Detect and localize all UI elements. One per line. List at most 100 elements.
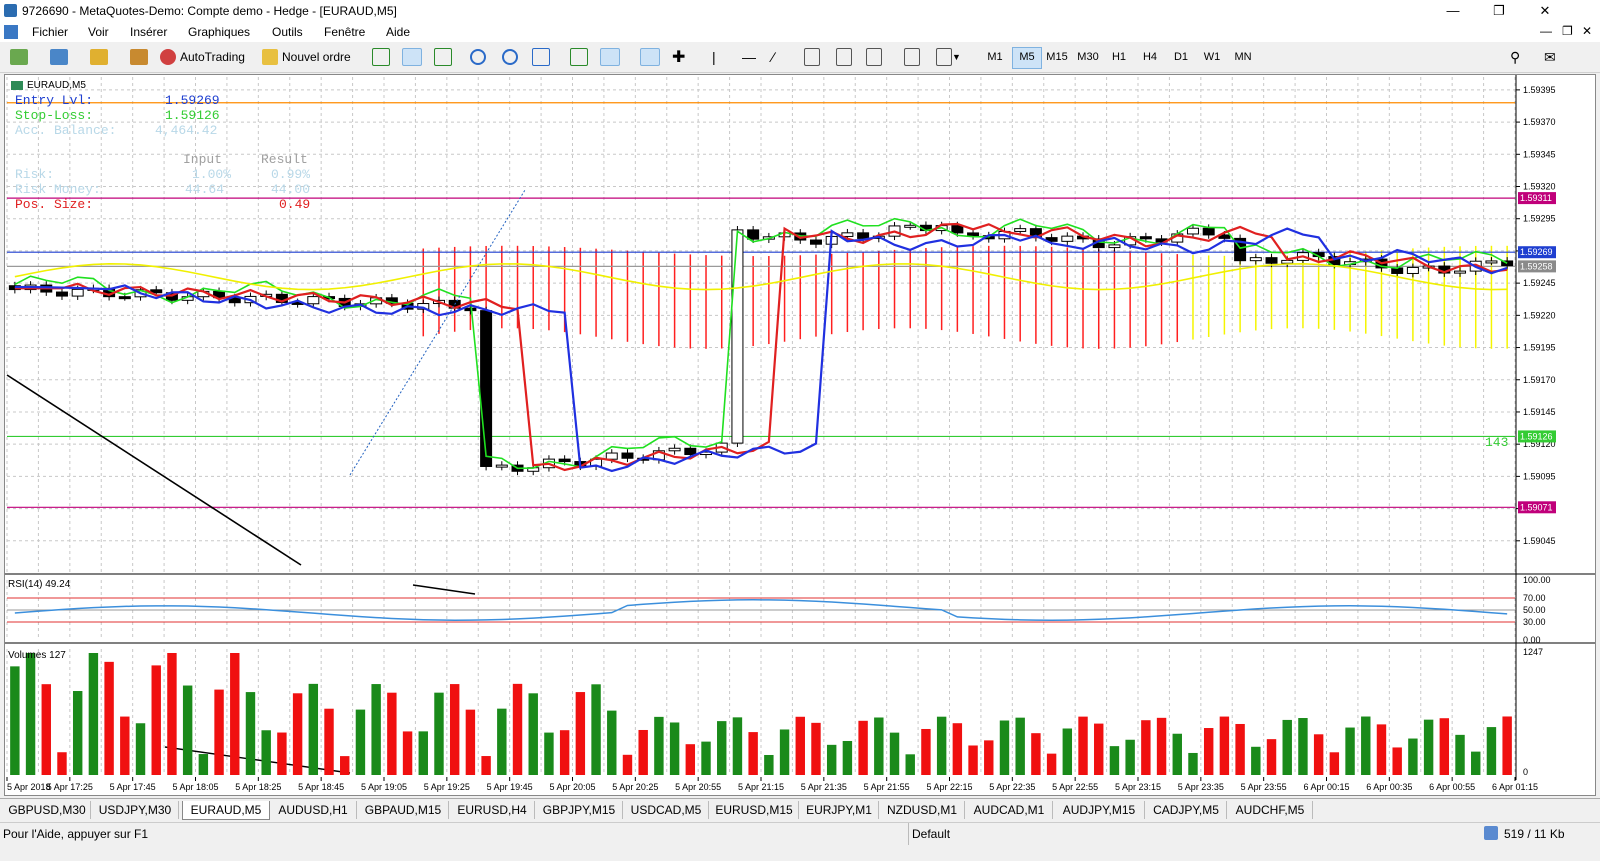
maximize-button[interactable]: ❐ [1476,0,1522,22]
equidistant-channel-button[interactable] [804,46,820,68]
candle-body [1139,236,1152,240]
search-button[interactable]: ⚲ [1510,46,1520,68]
entry-level-value[interactable]: 1.59269 [165,93,220,108]
menu-fichier[interactable]: Fichier [32,25,68,39]
candle-body [1014,228,1027,232]
child-window-icon[interactable] [4,25,18,39]
fibonacci-icon [836,48,852,66]
timeframe-m1[interactable]: M1 [981,47,1009,67]
tab-gbpaud-m15[interactable]: GBPAUD,M15 [358,801,449,819]
risk-result: 0.99% [271,167,311,182]
tab-eurusd-m15[interactable]: EURUSD,M15 [710,801,799,819]
risk-input[interactable]: 1.00% [192,167,231,182]
volume-bar [497,708,507,775]
timeframe-h1[interactable]: H1 [1105,47,1133,67]
cursor-icon [640,48,660,66]
tab-audusd-h1[interactable]: AUDUSD,H1 [270,801,357,819]
volume-bar [591,684,601,775]
vertical-line-button[interactable]: | [712,46,716,68]
profiles-button[interactable] [50,46,68,68]
tab-usdcad-m5[interactable]: USDCAD,M5 [624,801,709,819]
menu-graphiques[interactable]: Graphiques [188,25,250,39]
price-tick-label: 1.59195 [1523,343,1556,353]
tab-cadjpy-m5[interactable]: CADJPY,M5 [1146,801,1227,819]
bar-chart-icon [372,48,390,66]
tab-audjpy-m15[interactable]: AUDJPY,M15 [1054,801,1145,819]
tab-eurjpy-m1[interactable]: EURJPY,M1 [800,801,879,819]
autotrading-button[interactable]: AutoTrading [160,46,245,68]
volume-bar [1439,718,1450,775]
tab-nzdusd-m1[interactable]: NZDUSD,M1 [880,801,965,819]
child-restore-button[interactable]: ❐ [1562,24,1573,38]
tab-audchf-m5[interactable]: AUDCHF,M5 [1228,801,1313,819]
chart-window[interactable]: 1.59395 1.59370 1.59345 1.59320 1.59295 1.592… [4,74,1596,796]
volume-bar [72,691,83,775]
chart-tabs: GBPUSD,M30 USDJPY,M30 EURAUD,M5 AUDUSD,H… [0,798,1600,821]
volume-bar [874,717,884,775]
menu-voir[interactable]: Voir [88,25,109,39]
close-button[interactable]: ✕ [1522,0,1568,22]
auto-scroll-button[interactable] [570,46,588,68]
timeframe-m30[interactable]: M30 [1074,47,1102,67]
child-minimize-button[interactable]: — [1540,24,1552,38]
tab-gbpusd-m30[interactable]: GBPUSD,M30 [4,801,91,819]
rsi-label: RSI(14) 49.24 [8,579,71,590]
menu-inserer[interactable]: Insérer [130,25,167,39]
tile-windows-button[interactable] [532,46,550,68]
risk-money-input[interactable]: 44.64 [185,182,224,197]
volume-bar [717,721,727,775]
volume-bar [449,684,460,775]
profiles-icon [50,49,68,65]
candle-body [684,447,697,456]
new-chart-button[interactable] [10,46,28,68]
child-close-button[interactable]: ✕ [1582,24,1592,38]
timeframe-h4[interactable]: H4 [1136,47,1164,67]
menu-aide[interactable]: Aide [386,25,410,39]
timeframe-d1[interactable]: D1 [1167,47,1195,67]
line-chart-button[interactable] [434,46,452,68]
traffic-status[interactable]: 519 / 11 Kb [1504,827,1565,841]
trendline-button[interactable]: ∕ [772,46,774,68]
bar-chart-button[interactable] [372,46,390,68]
cursor-button[interactable] [640,46,660,68]
fibo-fan-button[interactable] [904,46,920,68]
result-column-header: Result [261,152,308,167]
navigator-button[interactable] [130,46,148,68]
tab-eurusd-h4[interactable]: EURUSD,H4 [450,801,535,819]
text-icon [866,48,882,66]
timeframe-m5[interactable]: M5 [1012,47,1042,69]
tab-euraud-m5[interactable]: EURAUD,M5 [182,801,270,820]
crosshair-button[interactable]: ✚ [672,46,685,68]
candle-body [809,239,822,245]
tab-gbpjpy-m15[interactable]: GBPJPY,M15 [536,801,623,819]
menu-fenetre[interactable]: Fenêtre [324,25,365,39]
market-watch-button[interactable] [90,46,108,68]
chart-shift-button[interactable] [600,46,620,68]
entry-level-label: Entry Lvl: [15,93,94,108]
zoom-in-button[interactable] [470,46,486,68]
tab-usdjpy-m30[interactable]: USDJPY,M30 [92,801,179,819]
horizontal-line-button[interactable]: — [742,46,756,68]
chart-canvas[interactable]: 1.59395 1.59370 1.59345 1.59320 1.59295 1.592… [5,75,1595,795]
timeframe-w1[interactable]: W1 [1198,47,1226,67]
stop-loss-value[interactable]: 1.59126 [165,108,220,123]
fibonacci-button[interactable] [836,46,852,68]
chat-button[interactable]: ✉ [1544,46,1556,68]
volume-bar [952,723,963,775]
time-tick-label: 5 Apr 2018 [7,782,51,792]
volume-bar [198,754,209,775]
text-button[interactable] [866,46,882,68]
menu-outils[interactable]: Outils [272,25,303,39]
timeframe-m15[interactable]: M15 [1043,47,1071,67]
volume-bar [1502,716,1512,775]
minimize-button[interactable]: — [1430,0,1476,22]
tab-audcad-m1[interactable]: AUDCAD,M1 [966,801,1053,819]
volume-bar [654,716,664,775]
zoom-out-button[interactable] [502,46,518,68]
candlestick-button[interactable] [402,46,422,68]
new-order-button[interactable]: Nouvel ordre [262,46,351,68]
timeframe-mn[interactable]: MN [1229,47,1257,67]
volume-bar [355,709,366,775]
shapes-dropdown-button[interactable]: ▼ [936,46,961,68]
volume-bar [57,752,67,775]
